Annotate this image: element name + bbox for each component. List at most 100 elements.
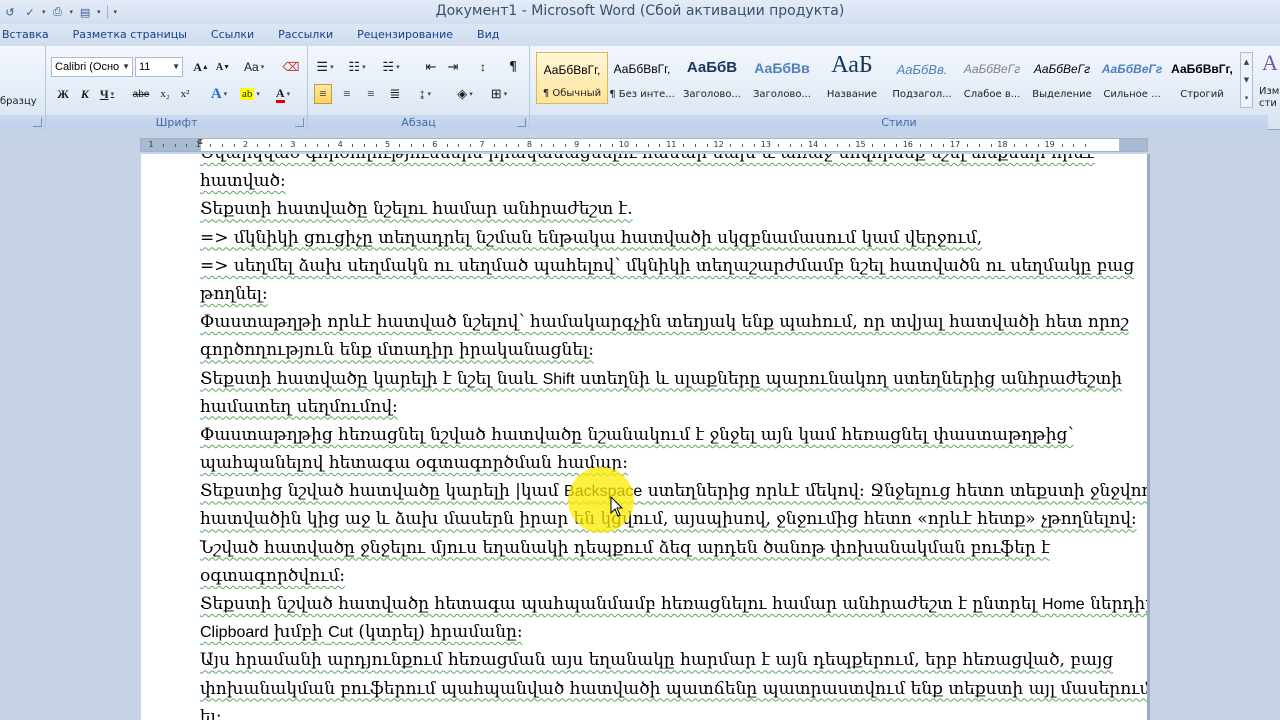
- document-icon[interactable]: ▤: [77, 4, 93, 20]
- format-painter-label[interactable]: бразцу: [0, 96, 37, 107]
- sort-button[interactable]: ↕: [474, 57, 492, 77]
- document-line[interactable]: Clipboard խմբի Cut (կտրել) հրամանը:: [200, 618, 1140, 646]
- borders-button[interactable]: ⊞ ▾: [490, 84, 508, 104]
- align-left-button[interactable]: ≡: [314, 84, 332, 104]
- spelling-dropdown-icon[interactable]: ▾: [42, 8, 46, 16]
- style-normal[interactable]: АаБбВвГг, ¶ Обычный: [536, 52, 608, 104]
- document-line[interactable]: թողնել:: [200, 280, 1140, 308]
- style-intense-emphasis[interactable]: АаБбВеГг Сильное ...: [1096, 52, 1168, 104]
- subscript-button[interactable]: x₂: [156, 84, 174, 104]
- bullets-button[interactable]: ☰ ▾: [316, 57, 334, 77]
- document-line[interactable]: փոխանակման բուֆերում պահպանված հատվածի պ…: [200, 675, 1147, 703]
- document-text[interactable]: Ծվարկված գործողություններն իրականացնելու…: [200, 154, 1147, 720]
- document-line[interactable]: ել:: [200, 703, 1140, 720]
- style-sample: АаБ: [831, 52, 873, 78]
- font-color-button[interactable]: A ▾: [274, 84, 292, 104]
- show-marks-button[interactable]: ¶: [504, 57, 522, 77]
- document-line[interactable]: Նշված հատվածը ջնջելու մյուս եղանակի դեպք…: [200, 534, 1140, 562]
- undo-icon[interactable]: ↺: [2, 4, 18, 20]
- document-dropdown-icon[interactable]: ▾: [97, 8, 101, 16]
- paragraph-launcher-icon[interactable]: [517, 118, 526, 127]
- document-line[interactable]: Այս հրամանի արդյունքում հեռացման այս եղա…: [200, 646, 1140, 674]
- increase-indent-button[interactable]: ⇥: [444, 57, 462, 77]
- line-spacing-button[interactable]: ↨ ▾: [416, 84, 434, 104]
- ruler-tick: [612, 144, 614, 147]
- tab-mailings[interactable]: Рассылки: [266, 24, 345, 46]
- document-line[interactable]: Փաստաթղթի որևէ հատված նշելով՝ համակարգչի…: [200, 308, 1140, 336]
- underline-icon: Ч: [99, 86, 109, 101]
- document-line[interactable]: համատեղ սեղմումով:: [200, 393, 1140, 421]
- change-case-button[interactable]: Aa ▾: [244, 57, 264, 77]
- style-heading-2[interactable]: АаБбВв Заголово...: [746, 52, 818, 104]
- font-launcher-icon[interactable]: [295, 118, 304, 127]
- tab-insert[interactable]: Вставка: [0, 24, 61, 46]
- tab-references[interactable]: Ссылки: [199, 24, 266, 46]
- ruler-tick: [304, 144, 306, 147]
- align-center-button[interactable]: ≡: [338, 84, 356, 104]
- tab-review[interactable]: Рецензирование: [345, 24, 465, 46]
- style-subtitle[interactable]: АаБбВв. Подзагол...: [886, 52, 958, 104]
- document-line[interactable]: Տեքստի նշված հատվածը հետագա պահպանմամբ հ…: [200, 590, 1147, 618]
- text-run: Cut: [328, 624, 353, 642]
- style-subtle-emphasis[interactable]: АаБбВеГг Слабое в...: [956, 52, 1028, 104]
- justify-button[interactable]: ≣: [386, 84, 404, 104]
- print-dropdown-icon[interactable]: ▾: [70, 8, 74, 16]
- numbering-button[interactable]: ☷ ▾: [348, 57, 366, 77]
- superscript-button[interactable]: x²: [176, 84, 194, 104]
- document-line[interactable]: Տեքստից նշված հատվածը կարելի |կամ Backsp…: [200, 477, 1147, 505]
- change-styles-label[interactable]: Изм сти: [1259, 86, 1279, 110]
- text-run: ստեղնի և սլաքները պարունակող ստեղներից ա…: [574, 368, 1123, 389]
- document-line[interactable]: հատված:: [200, 167, 1140, 195]
- document-line[interactable]: գործողություն ենք մտադիր իրականացնել:: [200, 336, 1140, 364]
- customize-qat-icon[interactable]: ▾: [114, 8, 118, 16]
- style-title[interactable]: АаБ Название: [816, 52, 888, 104]
- gallery-scroll[interactable]: ▲ ▼ ▾: [1240, 52, 1253, 108]
- ruler-tick: [1037, 144, 1039, 147]
- strikethrough-button[interactable]: abe: [132, 84, 150, 104]
- font-name-combo[interactable]: Calibri (Осно ▼: [51, 57, 133, 77]
- ruler-tick: [316, 144, 318, 147]
- document-line[interactable]: պահպանելով հետագա օգտագործման համար:: [200, 449, 1140, 477]
- document-line[interactable]: => սեղմել ձախ սեղմակն ու սեղմած պահելով՝…: [200, 252, 1140, 280]
- ruler-number: 8: [526, 140, 532, 149]
- font-size-combo[interactable]: 11 ▼: [135, 57, 183, 77]
- decrease-indent-button[interactable]: ⇤: [422, 57, 440, 77]
- document-line[interactable]: Տեքստի հատվածը կարելի է նշել նաև Shift ս…: [200, 365, 1140, 393]
- tab-view[interactable]: Вид: [465, 24, 511, 46]
- tab-page-layout[interactable]: Разметка страницы: [61, 24, 199, 46]
- document-line[interactable]: => մկնիկի ցուցիչը տեղադրել նշման ենթակա …: [200, 224, 1140, 252]
- spelling-icon[interactable]: ✓: [22, 4, 38, 20]
- clear-formatting-button[interactable]: ⌫: [282, 57, 300, 77]
- gallery-more-icon[interactable]: ▾: [1245, 94, 1249, 102]
- document-line[interactable]: օգտագործվում:: [200, 562, 1140, 590]
- text-effects-button[interactable]: A ▾: [210, 84, 228, 104]
- shrink-font-button[interactable]: A ▼: [214, 57, 232, 77]
- shading-button[interactable]: ◈ ▾: [456, 84, 474, 104]
- document-line[interactable]: Ծվարկված գործողություններն իրականացնելու…: [200, 154, 1140, 167]
- style-emphasis[interactable]: АаБбВеГг Выделение: [1026, 52, 1098, 104]
- style-strong[interactable]: АаБбВвГг, Строгий: [1166, 52, 1238, 104]
- highlight-button[interactable]: ab ▾: [240, 84, 260, 104]
- document-page[interactable]: Ծվարկված գործողություններն իրականացնելու…: [141, 154, 1147, 720]
- align-right-button[interactable]: ≡: [362, 84, 380, 104]
- document-line[interactable]: Փաստաթղթից հեռացնել նշված հատվածը նշանակ…: [200, 421, 1140, 449]
- multilevel-list-button[interactable]: ☵ ▾: [382, 57, 400, 77]
- change-styles-icon[interactable]: A: [1262, 50, 1278, 76]
- underline-button[interactable]: Ч ▾: [98, 84, 116, 104]
- grow-font-button[interactable]: A ▲: [192, 57, 210, 77]
- ruler-number: 1: [148, 140, 154, 149]
- bold-button[interactable]: Ж: [54, 84, 72, 104]
- document-line[interactable]: Տեքստի հատվածը նշելու համար անհրաժեշտ է.: [200, 195, 1140, 223]
- clipboard-launcher-icon[interactable]: [33, 118, 42, 127]
- paragraph-group-label: Абзац: [308, 115, 529, 130]
- style-heading-1[interactable]: АаБбВ Заголово...: [676, 52, 748, 104]
- scroll-up-icon[interactable]: ▲: [1244, 58, 1249, 66]
- scroll-down-icon[interactable]: ▼: [1244, 76, 1249, 84]
- document-line[interactable]: հատվածին կից աջ և ձախ մասերն իրար են կցվ…: [200, 505, 1140, 533]
- ruler-number: 16: [902, 140, 913, 149]
- italic-button[interactable]: К: [76, 84, 94, 104]
- style-no-spacing[interactable]: АаБбВвГг, ¶ Без инте...: [606, 52, 678, 104]
- horizontal-ruler[interactable]: ⧗ 1 1 2 3 4 5 6 7 8 9 10 11 12 13 14 15 16 17 18 19: [140, 138, 1148, 152]
- print-icon[interactable]: ⎙: [50, 4, 66, 20]
- bold-icon: Ж: [57, 86, 69, 101]
